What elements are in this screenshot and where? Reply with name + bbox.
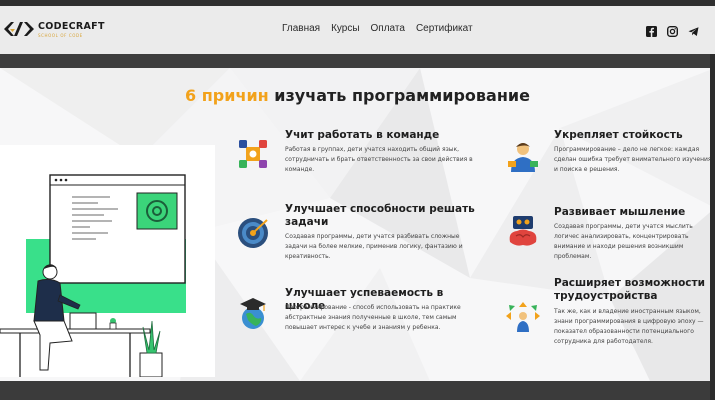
reason-text: Создавая программы, дети учатся мыслить …	[554, 223, 693, 260]
team-puzzle-icon	[239, 140, 267, 168]
reason-title: Укрепляет стойкость	[554, 129, 683, 141]
instagram-icon[interactable]	[666, 22, 679, 38]
facebook-icon[interactable]	[646, 22, 657, 37]
brain-icon	[509, 216, 537, 246]
coding-illustration	[0, 145, 215, 377]
reason-text: Работая в группах, дети учатся находить …	[285, 146, 473, 173]
top-navbar: CODECRAFT SCHOOL OF CODE Главная Курсы О…	[0, 0, 715, 54]
main-nav: Главная Курсы Оплата Сертификат	[282, 23, 473, 34]
brand-tagline: SCHOOL OF CODE	[38, 32, 83, 38]
graduation-globe-icon	[240, 298, 266, 329]
nav-item-home[interactable]: Главная	[282, 23, 320, 34]
brand-name: CODECRAFT	[38, 20, 105, 32]
bottom-strip	[0, 381, 715, 400]
nav-item-courses[interactable]: Курсы	[331, 23, 359, 34]
nav-item-payment[interactable]: Оплата	[371, 23, 405, 34]
reason-text: Создавая программы, дети учатся разбиват…	[285, 233, 463, 260]
scrollbar-track[interactable]	[710, 54, 715, 400]
target-icon	[238, 218, 268, 248]
student-icon	[508, 143, 538, 172]
reason-title: Улучшает способности решать задачи	[285, 203, 475, 228]
telegram-icon[interactable]	[688, 22, 699, 36]
browser-strip	[0, 0, 715, 6]
heading-rest: изучать программирование	[268, 86, 530, 105]
career-arrows-icon	[506, 302, 540, 332]
social-links	[646, 22, 699, 38]
reason-text: Программирование - способ использовать н…	[285, 304, 461, 331]
reason-title: Расширяет возможности трудоустройства	[554, 277, 705, 302]
section-heading: 6 причин изучать программирование	[0, 86, 715, 105]
brand-logo[interactable]: CODECRAFT SCHOOL OF CODE	[2, 14, 112, 44]
reason-title: Развивает мышление	[554, 206, 686, 218]
reason-text: Так же, как и владение иностранным языко…	[554, 308, 704, 345]
reasons-section: 6 причин изучать программирование Учит р…	[0, 68, 715, 381]
reason-text: Программирование – дело не легкое: кажда…	[554, 146, 712, 173]
nav-item-certificate[interactable]: Сертификат	[416, 23, 473, 34]
logo-mark-icon	[4, 22, 34, 36]
heading-accent: 6 причин	[185, 86, 269, 105]
reason-title: Учит работать в команде	[285, 129, 440, 141]
